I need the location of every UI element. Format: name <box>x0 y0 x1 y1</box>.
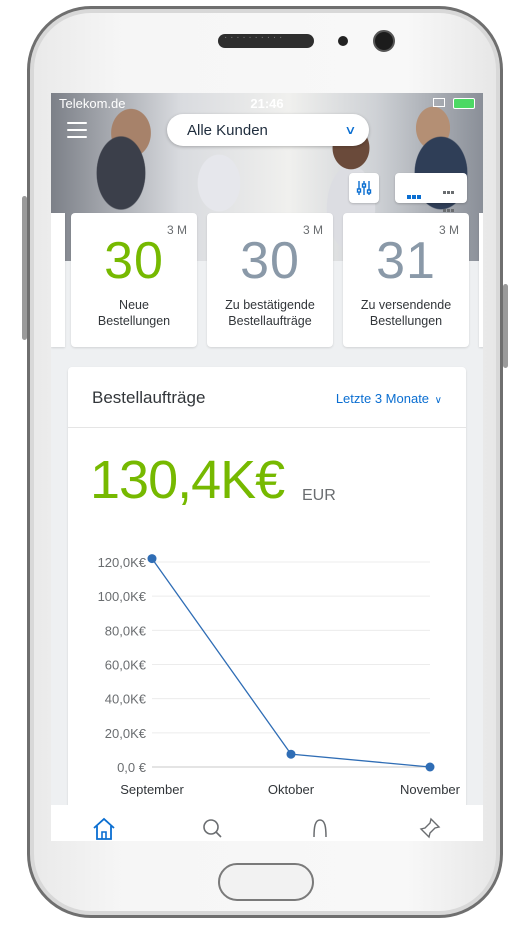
y-tick-label: 120,0K€ <box>98 555 147 570</box>
card-title: Bestellaufträge <box>92 388 206 407</box>
kpi-label: Zu versendende Bestellungen <box>343 297 469 329</box>
kpi-label-line1: Zu bestätigende <box>225 298 315 312</box>
kpi-label-line2: Bestellungen <box>369 314 443 328</box>
side-button-right <box>503 284 508 368</box>
view-toggle <box>395 173 467 230</box>
series-line <box>151 558 431 768</box>
proximity-sensor <box>338 36 348 46</box>
cards-view-button[interactable] <box>398 176 430 200</box>
speaker-grille <box>218 32 314 48</box>
kpi-value: 30 <box>104 232 164 290</box>
kpi-value: 30 <box>240 232 300 290</box>
tab-bar <box>51 805 483 841</box>
home-icon[interactable] <box>91 815 117 841</box>
kpi-tile-orders-to-confirm[interactable]: 3 M 30 Zu bestätigende Bestellaufträge <box>207 213 333 347</box>
sales-line-chart: 0,0 € 20,0K€ 40,0K€ 60,0K€ 80,0K€ 100,0K€ 120,… <box>98 554 461 797</box>
total-amount: 130,4K€ <box>90 450 285 510</box>
y-tick-label: 80,0K€ <box>105 623 147 638</box>
app-screen: Telekom.de 21:46 Alle Kunden ∨ 3 M 30 Ne… <box>51 93 483 841</box>
y-tick-label: 60,0K€ <box>105 658 147 673</box>
grid-view-button[interactable] <box>432 176 464 230</box>
card-header: Bestellaufträge Letzte 3 Monate ∨ <box>68 367 466 428</box>
y-tick-label: 100,0K€ <box>98 589 147 604</box>
cards-view-icon <box>407 186 422 204</box>
kpi-value: 31 <box>376 232 436 290</box>
kpi-label-line1: Neue <box>119 298 149 312</box>
sales-orders-card: Bestellaufträge Letzte 3 Monate ∨ 130,4K… <box>68 367 466 841</box>
x-tick-label: Oktober <box>268 782 315 797</box>
menu-icon[interactable] <box>67 122 87 138</box>
filter-icon <box>356 181 372 195</box>
range-select-value: Letzte 3 Monate <box>335 391 430 406</box>
kpi-tile-new-orders[interactable]: 3 M 30 Neue Bestellungen <box>71 213 197 347</box>
customer-select-value: Alle Kunden <box>187 122 268 139</box>
front-camera <box>373 30 395 52</box>
side-button-left <box>22 196 27 340</box>
kpi-label-line1: Zu versendende <box>360 298 452 312</box>
filter-button[interactable] <box>349 173 379 203</box>
y-tick-label: 0,0 € <box>117 760 147 775</box>
customer-select[interactable]: Alle Kunden ∨ <box>167 114 369 146</box>
x-tick-label: November <box>400 782 461 797</box>
range-select[interactable]: Letzte 3 Monate ∨ <box>336 391 442 406</box>
y-tick-label: 40,0K€ <box>105 692 147 707</box>
notifications-icon[interactable] <box>307 815 333 841</box>
x-tick-label: September <box>120 782 184 797</box>
pin-icon[interactable] <box>417 815 443 841</box>
chevron-down-icon: ∨ <box>434 395 442 406</box>
kpi-tile-next[interactable] <box>479 213 483 347</box>
data-point <box>425 762 435 772</box>
currency-label: EUR <box>302 487 336 504</box>
kpi-label: Neue Bestellungen <box>71 297 197 329</box>
search-icon[interactable] <box>199 815 225 841</box>
kpi-label-line2: Bestellungen <box>97 314 171 328</box>
clock: 21:46 <box>250 96 284 111</box>
y-tick-label: 20,0K€ <box>105 726 147 741</box>
data-point <box>147 554 157 564</box>
kpi-label: Zu bestätigende Bestellaufträge <box>207 297 333 329</box>
kpi-tile-previous[interactable] <box>51 213 65 347</box>
status-bar: Telekom.de 21:46 <box>51 93 483 115</box>
home-button[interactable] <box>218 863 314 901</box>
battery-icon <box>453 98 475 109</box>
chevron-down-icon: ∨ <box>344 123 357 137</box>
kpi-tile-orders-to-ship[interactable]: 3 M 31 Zu versendende Bestellungen <box>343 213 469 347</box>
kpi-label-line2: Bestellaufträge <box>228 314 312 328</box>
data-point <box>286 749 296 759</box>
airplay-icon <box>433 98 445 107</box>
